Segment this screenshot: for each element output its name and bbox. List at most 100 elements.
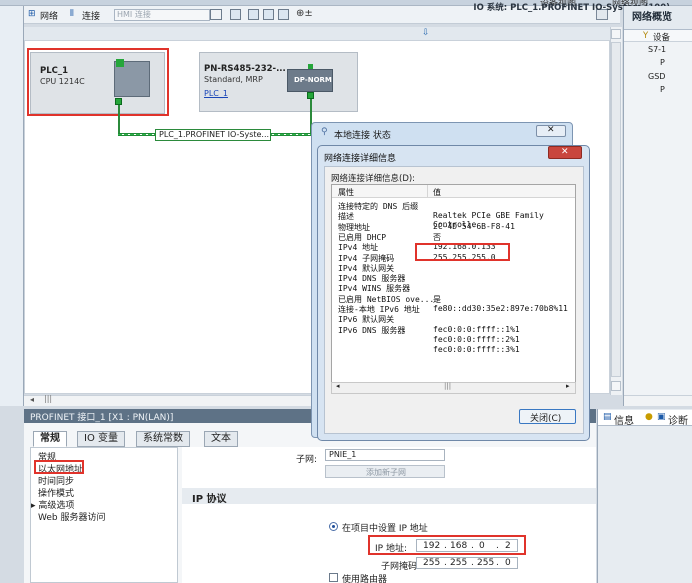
pn-master-link[interactable]: PLC_1 bbox=[204, 89, 228, 98]
col-divider[interactable] bbox=[427, 185, 428, 198]
mask-dot-3: . bbox=[496, 558, 499, 568]
use-router-label: 使用路由器 bbox=[342, 575, 388, 583]
overview-col-device: 设备 bbox=[653, 33, 671, 43]
inspector-tabs-panel bbox=[597, 409, 692, 583]
subnet-combo[interactable]: PNIE_1 bbox=[325, 449, 445, 461]
scroll-up-icon[interactable] bbox=[611, 29, 621, 39]
details-close-dialog-button[interactable]: 关闭(C) bbox=[519, 409, 576, 424]
details-dialog-title: 网络连接详细信息 bbox=[324, 154, 397, 164]
dp-norm-text: DP-NORM bbox=[294, 76, 332, 84]
diagnostics-icon: ▣ bbox=[657, 412, 666, 422]
dp-norm-badge: DP-NORM bbox=[287, 69, 333, 92]
pn-sub: Standard, MRP bbox=[204, 75, 263, 84]
detail-row-value[interactable]: fec0:0:0:ffff::2%1 bbox=[433, 335, 520, 344]
ip-protocol-header bbox=[182, 488, 596, 504]
io-system-icon: ⇩ bbox=[422, 28, 430, 38]
plc-drop-line bbox=[118, 105, 120, 135]
set-ip-label: 在项目中设置 IP 地址 bbox=[342, 524, 428, 534]
properties-title: PROFINET 接口_1 [X1 : PN(LAN)] bbox=[30, 413, 174, 423]
pn-name: PN-RS485-232-... bbox=[204, 64, 286, 74]
zoom-icon[interactable]: ⊕± bbox=[296, 8, 313, 19]
listview-header bbox=[332, 185, 575, 198]
details-close-button[interactable]: ✕ bbox=[548, 146, 582, 159]
io-system-bar bbox=[24, 27, 620, 40]
scroll-down-icon[interactable] bbox=[611, 381, 621, 391]
scroll-left-arrow-icon[interactable]: ◂ bbox=[336, 382, 340, 390]
diagnostics-tab[interactable]: 诊断 bbox=[668, 412, 688, 427]
pn-status-led bbox=[308, 64, 313, 69]
overview-row-4[interactable]: P bbox=[660, 85, 665, 94]
details-close-dialog-label: 关闭(C) bbox=[530, 414, 562, 424]
use-router-checkbox[interactable] bbox=[329, 573, 338, 582]
scroll-grip-icon[interactable]: ||| bbox=[44, 394, 52, 403]
mask-octet-2: 255 bbox=[450, 558, 468, 568]
subnet-label: PLC_1.PROFINET IO-Syste... bbox=[159, 130, 270, 139]
chevron-down-icon[interactable] bbox=[210, 9, 222, 20]
device-icon: Y bbox=[643, 31, 649, 41]
scroll-grip-icon-2[interactable]: ||| bbox=[444, 382, 451, 390]
tab-system-constants[interactable]: 系统常数 bbox=[136, 431, 190, 447]
network-adapter-icon: ⚲ bbox=[321, 127, 328, 137]
scroll-left-icon[interactable]: ◂ bbox=[30, 395, 34, 404]
mask-octet-1: 255 bbox=[423, 558, 441, 568]
bus-icon[interactable] bbox=[230, 9, 241, 20]
detail-row-value[interactable]: fec0:0:0:ffff::3%1 bbox=[433, 345, 520, 354]
tab-general[interactable]: 常规 bbox=[33, 431, 67, 447]
subnet-mask-input[interactable]: 255 . 255 . 255 . 0 bbox=[416, 557, 518, 569]
ip-protocol-title: IP 协议 bbox=[192, 494, 227, 505]
tab-io-tags[interactable]: IO 变量 bbox=[77, 431, 125, 447]
project-tree-edge bbox=[0, 6, 24, 406]
mask-dot-2: . bbox=[471, 558, 474, 568]
table-icon[interactable] bbox=[278, 9, 289, 20]
overview-horizontal-scrollbar[interactable] bbox=[624, 395, 692, 406]
overview-row-2[interactable]: P bbox=[660, 58, 665, 67]
subnet-field-label: 子网: bbox=[296, 455, 318, 465]
close-x-icon: ✕ bbox=[561, 147, 569, 157]
col-property-header[interactable]: 属性 bbox=[338, 187, 354, 198]
connection-type-value: HMI 连接 bbox=[117, 10, 151, 19]
ipv4-address-highlight bbox=[415, 243, 510, 261]
add-subnet-button[interactable]: 添加新子网 bbox=[325, 465, 445, 478]
info-icon: ▤ bbox=[603, 412, 612, 422]
connection-type-combo[interactable]: HMI 连接 bbox=[114, 9, 210, 21]
set-ip-radio-dot bbox=[332, 525, 335, 528]
set-ip-radio[interactable] bbox=[329, 522, 338, 531]
subnet-mask-label: 子网掩码: bbox=[381, 562, 421, 572]
detail-row-value[interactable]: fec0:0:0:ffff::1%1 bbox=[433, 325, 520, 334]
mask-octet-3: 255 bbox=[477, 558, 495, 568]
subnet-label-box[interactable]: PLC_1.PROFINET IO-Syste... bbox=[155, 129, 271, 141]
detail-row-property[interactable]: IPv6 DNS 服务器 bbox=[338, 325, 405, 336]
tab-texts[interactable]: 文本 bbox=[204, 431, 238, 447]
nav-web-server[interactable]: Web 服务器访问 bbox=[38, 510, 105, 523]
network-layout-icon[interactable] bbox=[248, 9, 259, 20]
network-button[interactable]: 网络 bbox=[40, 9, 58, 22]
mask-octet-4: 0 bbox=[505, 558, 511, 568]
info-tab[interactable]: 信息 bbox=[614, 412, 634, 427]
col-value-header[interactable]: 值 bbox=[433, 187, 441, 198]
close-icon: ✕ bbox=[547, 125, 555, 135]
subnet-value: PNIE_1 bbox=[329, 450, 357, 459]
connect-button[interactable]: 连接 bbox=[82, 9, 100, 22]
ethernet-address-highlight bbox=[34, 460, 84, 474]
info-circle-icon: ● bbox=[645, 412, 653, 422]
status-dialog-title: 本地连接 状态 bbox=[334, 131, 391, 141]
connect-icon[interactable]: ⫴ bbox=[70, 9, 74, 19]
grid-icon[interactable] bbox=[263, 9, 274, 20]
overview-row-1[interactable]: S7-1 bbox=[648, 45, 666, 54]
canvas-horizontal-scrollbar[interactable]: ◂ ||| bbox=[24, 394, 322, 406]
ip-address-highlight bbox=[368, 535, 526, 555]
details-listview[interactable]: 属性 值 连接特定的 DNS 后缀 描述 Realtek PCIe GBE Fami… bbox=[331, 184, 576, 394]
listview-horizontal-scrollbar[interactable]: ◂ ||| ▸ bbox=[331, 382, 576, 394]
detail-row-value[interactable]: fe80::dd30:35e2:897e:70b8%11 bbox=[433, 304, 568, 313]
pn-port[interactable] bbox=[307, 92, 314, 99]
add-subnet-label: 添加新子网 bbox=[366, 468, 406, 477]
network-icon[interactable]: ⊞ bbox=[28, 9, 36, 19]
detail-row-value[interactable]: 2C-4D-54-6B-F8-41 bbox=[433, 222, 515, 231]
status-close-button[interactable]: ✕ bbox=[536, 125, 566, 137]
network-overview-panel bbox=[623, 6, 692, 406]
overview-row-3[interactable]: GSD bbox=[648, 72, 665, 81]
mask-dot-1: . bbox=[444, 558, 447, 568]
scroll-right-arrow-icon[interactable]: ▸ bbox=[566, 382, 570, 390]
scroll-thumb[interactable] bbox=[611, 42, 621, 377]
network-overview-title: 网络概览 bbox=[632, 12, 672, 23]
